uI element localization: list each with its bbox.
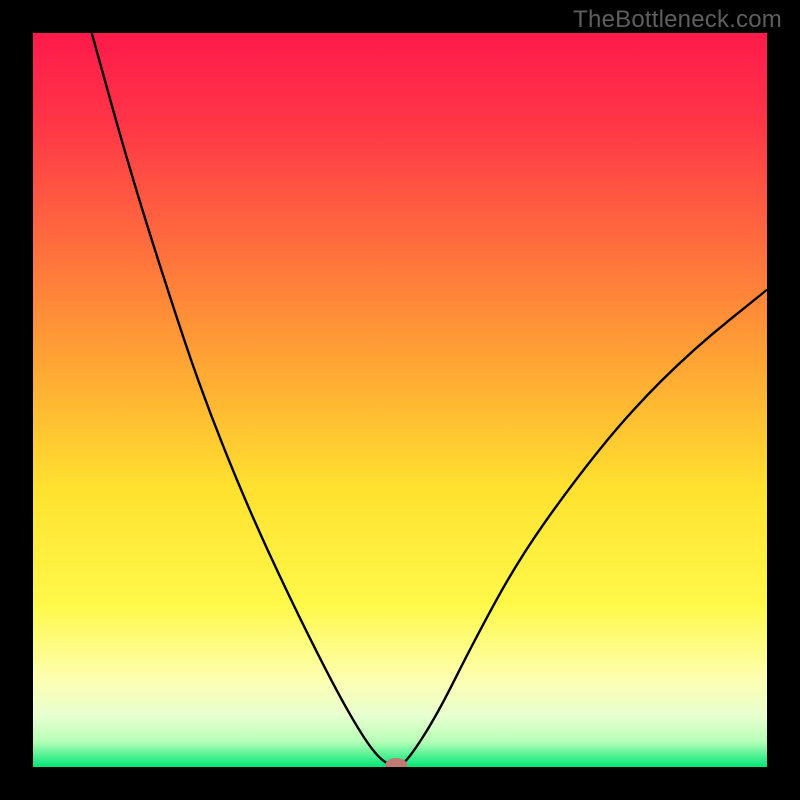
plot-gradient-background [33, 33, 767, 767]
bottleneck-chart [0, 0, 800, 800]
watermark-text: TheBottleneck.com [573, 6, 782, 34]
chart-frame: TheBottleneck.com [0, 0, 800, 800]
optimal-point-marker [385, 758, 407, 772]
